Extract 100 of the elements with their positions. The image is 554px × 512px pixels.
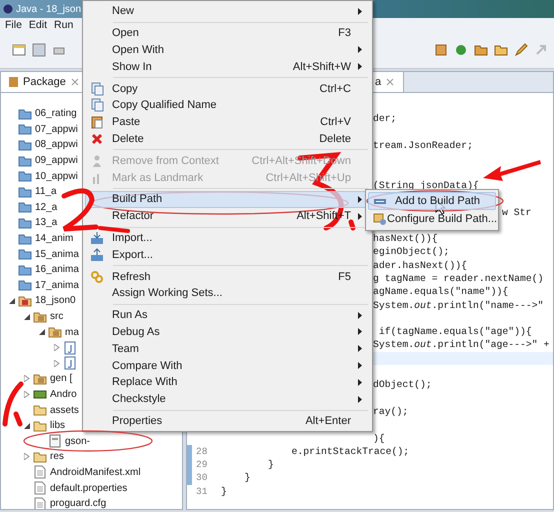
arrow-drawing (483, 160, 541, 181)
menu-item[interactable]: Compare With (85, 357, 370, 374)
folder-icon (18, 122, 32, 136)
tree-item[interactable]: 18_json0 (35, 295, 76, 306)
submenu-arrow-icon (358, 46, 362, 54)
submenu-arrow-icon (358, 63, 362, 70)
folder-icon (33, 403, 47, 418)
expand-arrow-icon[interactable] (54, 344, 60, 352)
tree-item[interactable]: src (50, 311, 64, 322)
menu-item[interactable]: Run As (85, 306, 370, 324)
code-line: (String jsonData){ (373, 180, 479, 191)
project-icon (18, 294, 32, 308)
code-line: w Str (502, 206, 532, 218)
code-line: e.printStackTrace(); (290, 446, 410, 457)
folder-icon (18, 184, 32, 199)
folder-icon (18, 200, 32, 214)
tree-item[interactable]: 08_appwi (35, 139, 78, 150)
tree-item[interactable]: Andro (50, 388, 77, 400)
tree-item[interactable]: AndroidManifest.xml (50, 466, 141, 478)
tree-item[interactable]: 15_anima (35, 248, 79, 260)
tree-item[interactable]: 06_rating (35, 108, 77, 120)
tree-item[interactable]: 11_a (35, 186, 57, 198)
tree-item[interactable]: 12_a (35, 202, 58, 213)
menu-title[interactable]: File (5, 19, 22, 31)
collapse-arrow-icon[interactable] (24, 314, 30, 320)
code-line: g tagName = reader.nextName() (373, 273, 544, 284)
folder-icon (18, 216, 32, 230)
code-line: } (221, 486, 227, 497)
code-line: tream.JsonReader; (373, 140, 473, 152)
tree-item[interactable]: assets (50, 404, 79, 416)
menu-item[interactable]: Team (85, 340, 370, 358)
file-icon (33, 481, 47, 496)
collapse-arrow-icon[interactable] (24, 422, 30, 429)
refresh-icon (90, 270, 104, 284)
pencil-icon (514, 43, 528, 57)
menu-item[interactable]: Refresh F5 (85, 268, 370, 285)
expand-arrow-icon[interactable] (24, 390, 30, 398)
menu-item[interactable]: Paste Ctrl+V (85, 114, 370, 131)
menu-title[interactable]: Edit (28, 19, 48, 31)
tree-item[interactable]: res (50, 451, 64, 462)
tree-item[interactable]: default.properties (50, 482, 128, 494)
menu-item[interactable]: Replace With (85, 374, 370, 391)
tree-item[interactable]: 16_anima (35, 264, 79, 276)
menu-item[interactable]: Add to Build Path (368, 192, 496, 210)
package-folder-icon (33, 310, 47, 324)
tree-item[interactable]: 07_appwi (35, 124, 78, 135)
menu-item[interactable]: Open F3 (85, 24, 370, 42)
import-icon (90, 230, 104, 245)
tree-item[interactable]: 09_appwi (35, 155, 78, 166)
folder-icon (474, 43, 488, 57)
tree-item[interactable]: 14_anim (35, 233, 74, 244)
line-number: 28 (196, 446, 208, 457)
copy-icon (90, 82, 104, 96)
person-icon (90, 154, 104, 168)
collapse-arrow-icon[interactable] (9, 298, 15, 304)
folder-icon (33, 418, 47, 433)
menu-title[interactable]: Run (54, 19, 74, 31)
tree-item[interactable]: ma (65, 326, 79, 338)
code-line: eginObject(); (373, 246, 450, 258)
menu-item[interactable]: Assign Working Sets... (85, 284, 370, 302)
tree-item[interactable]: libs (50, 420, 66, 432)
file-icon (33, 465, 47, 480)
menu-item[interactable]: Configure Build Path... (368, 210, 496, 228)
submenu-arrow-icon (358, 8, 362, 15)
menu-item[interactable]: Checkstyle (85, 390, 370, 408)
tree-item[interactable]: gen [ (50, 373, 72, 384)
code-line: System.out.println("name--->" (373, 300, 544, 311)
configure-icon (373, 212, 387, 226)
menu-item[interactable]: Debug As (85, 324, 370, 340)
folder-icon (33, 450, 47, 464)
submenu-arrow-icon (358, 396, 362, 403)
tree-item[interactable]: proguard.cfg (50, 498, 106, 509)
code-line: hasNext()){ (373, 233, 438, 244)
tree-item[interactable]: 17_anima (35, 280, 79, 291)
line-number: 29 (196, 459, 208, 470)
tree-item[interactable]: 13_a (35, 217, 58, 228)
expand-arrow-icon[interactable] (24, 375, 30, 382)
line-number: 30 (196, 472, 208, 484)
menu-item[interactable]: New (85, 3, 370, 20)
expand-arrow-icon[interactable] (24, 453, 30, 460)
menu-item[interactable]: Export... (85, 246, 370, 264)
package-folder-icon (48, 325, 62, 340)
package-icon (7, 75, 19, 89)
submenu-arrow-icon (358, 212, 362, 220)
code-line: ){ (373, 432, 385, 444)
folder-icon (18, 169, 32, 184)
folder-icon (18, 154, 32, 168)
submenu-arrow-icon (358, 312, 362, 319)
close-icon (385, 77, 396, 87)
tree-item[interactable]: 10_appwi (35, 170, 78, 182)
submenu-arrow-icon (358, 328, 362, 336)
java-file-icon (63, 356, 77, 370)
menu-item[interactable]: Delete Delete (85, 130, 370, 148)
menu-item[interactable]: Copy Qualified Name (85, 96, 370, 114)
menu-item[interactable]: Properties Alt+Enter (85, 412, 370, 430)
menu-item[interactable]: Import... (85, 230, 370, 246)
expand-arrow-icon[interactable] (54, 360, 60, 367)
close-icon (70, 77, 80, 87)
tree-item[interactable]: gson- (65, 436, 90, 447)
collapse-arrow-icon[interactable] (39, 329, 45, 336)
